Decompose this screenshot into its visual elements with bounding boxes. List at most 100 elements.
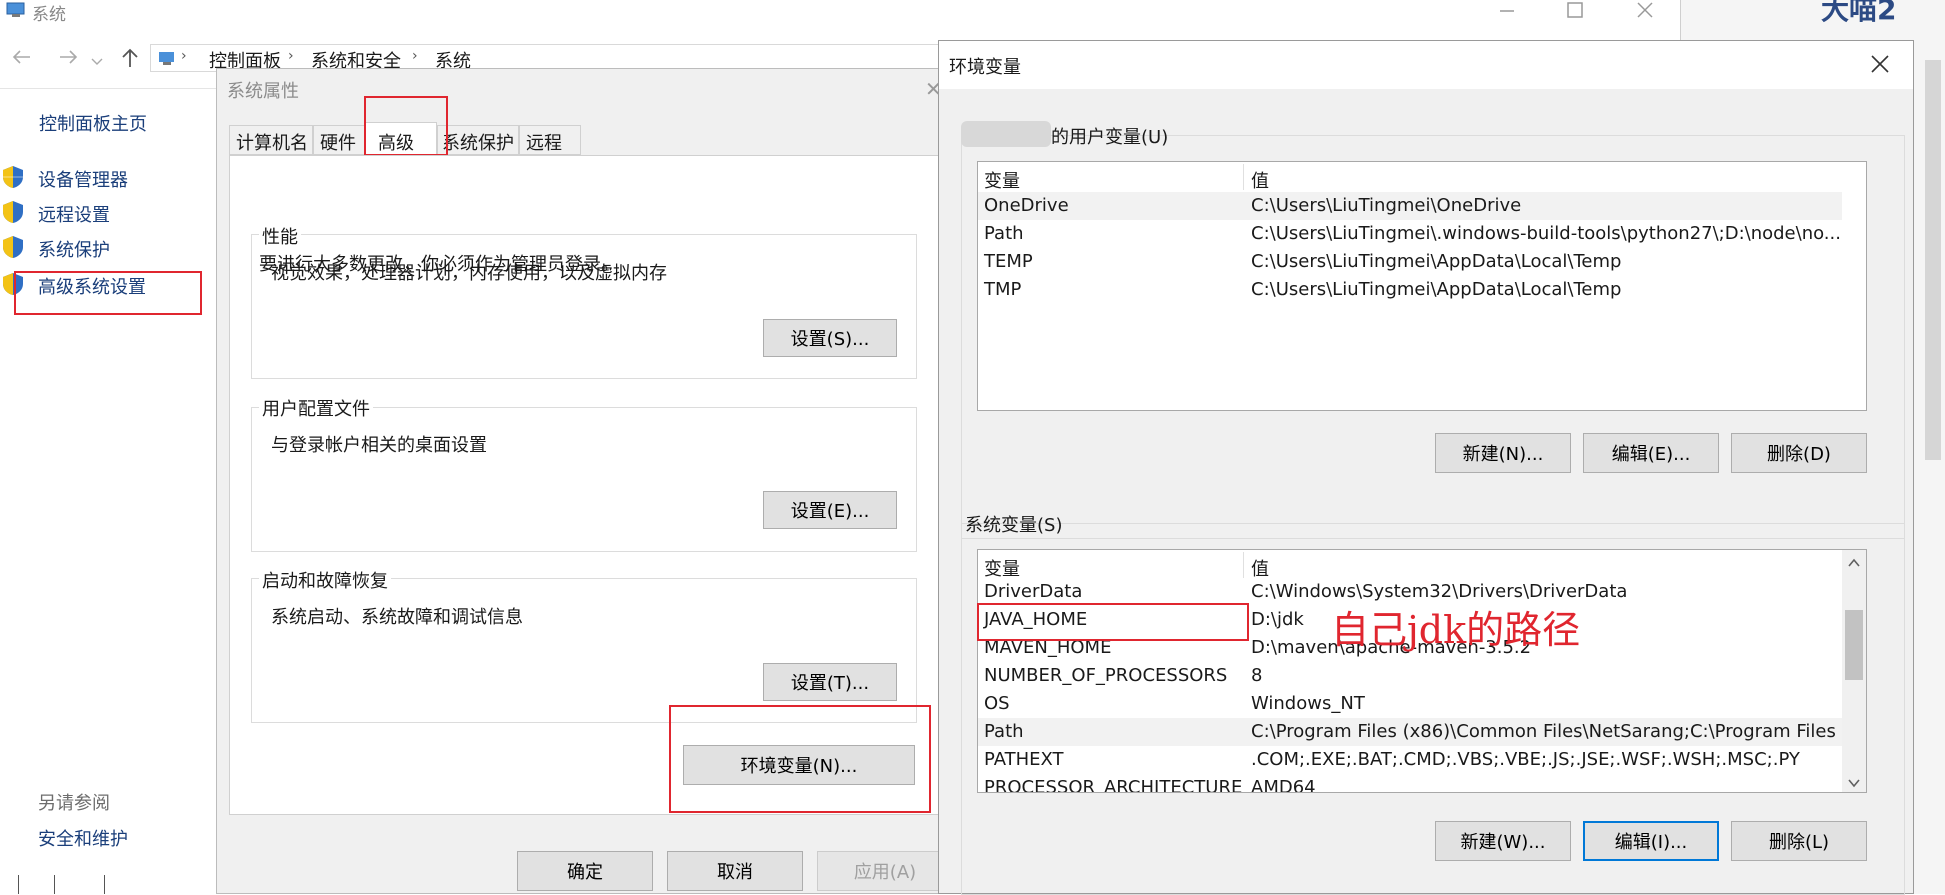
divider bbox=[0, 88, 220, 89]
scrollbar[interactable] bbox=[1925, 60, 1941, 460]
system-delete-button[interactable]: 删除(L) bbox=[1731, 821, 1867, 861]
corner-text: 大喵2 bbox=[1821, 0, 1897, 26]
back-arrow-icon[interactable] bbox=[10, 47, 34, 67]
table-row[interactable]: OS Windows_NT bbox=[978, 690, 1842, 718]
user-profile-description: 与登录帐户相关的桌面设置 bbox=[271, 435, 487, 456]
user-edit-button[interactable]: 编辑(E)... bbox=[1583, 433, 1719, 473]
sidebar-item-remote-settings[interactable]: 远程设置 bbox=[38, 201, 110, 227]
user-delete-button[interactable]: 删除(D) bbox=[1731, 433, 1867, 473]
close-icon[interactable] bbox=[1633, 0, 1657, 20]
table-row[interactable]: Path C:\Users\LiuTingmei\.windows-build-… bbox=[978, 220, 1866, 248]
sidebar-item-system-protection[interactable]: 系统保护 bbox=[38, 236, 110, 262]
apply-button[interactable]: 应用(A) bbox=[817, 851, 953, 891]
breadcrumb-separator-icon: › bbox=[288, 48, 294, 64]
column-divider bbox=[1243, 552, 1244, 578]
variable-value: 8 bbox=[1251, 665, 1263, 686]
env-dialog-title: 环境变量 bbox=[949, 57, 1021, 78]
table-row[interactable]: TEMP C:\Users\LiuTingmei\AppData\Local\T… bbox=[978, 248, 1866, 276]
scrollbar-thumb[interactable] bbox=[1845, 610, 1863, 680]
performance-settings-button[interactable]: 设置(S)... bbox=[763, 319, 897, 357]
system-variables-table[interactable]: 变量 值 DriverData C:\Windows\System32\Driv… bbox=[977, 549, 1867, 793]
variable-name: OneDrive bbox=[984, 195, 1069, 216]
up-arrow-icon[interactable] bbox=[120, 47, 140, 69]
tab-label: 硬件 bbox=[320, 133, 356, 154]
tab-bar: 计算机名 硬件 高级 系统保护 远程 bbox=[229, 122, 959, 156]
variable-name: Path bbox=[984, 223, 1024, 244]
sidebar-item-device-manager[interactable]: 设备管理器 bbox=[38, 166, 128, 192]
table-header: 变量 值 bbox=[978, 164, 1866, 193]
divider bbox=[104, 875, 105, 894]
tab-system-protection[interactable]: 系统保护 bbox=[437, 125, 519, 155]
table-row[interactable]: OneDrive C:\Users\LiuTingmei\OneDrive bbox=[978, 192, 1842, 220]
user-variables-title: 的用户变量(U) bbox=[1051, 127, 1169, 148]
performance-group bbox=[251, 234, 917, 379]
breadcrumb-separator-icon: › bbox=[181, 48, 187, 64]
table-row[interactable]: TMP C:\Users\LiuTingmei\AppData\Local\Te… bbox=[978, 276, 1866, 304]
table-row[interactable]: PROCESSOR_ARCHITECTURE AMD64 bbox=[978, 774, 1842, 793]
minimize-icon[interactable] bbox=[1495, 0, 1519, 20]
variable-value: .COM;.EXE;.BAT;.CMD;.VBS;.VBE;.JS;.JSE;.… bbox=[1251, 749, 1800, 770]
chevron-down-icon[interactable] bbox=[90, 52, 104, 65]
highlight-box bbox=[977, 603, 1249, 641]
startup-recovery-description: 系统启动、系统故障和调试信息 bbox=[271, 607, 523, 628]
variable-name: OS bbox=[984, 693, 1010, 714]
variable-value: AMD64 bbox=[1251, 777, 1316, 793]
vertical-scrollbar[interactable] bbox=[1842, 550, 1866, 792]
user-profile-title: 用户配置文件 bbox=[259, 395, 373, 421]
variable-value: C:\Users\LiuTingmei\AppData\Local\Temp bbox=[1251, 279, 1622, 300]
performance-description: 视觉效果，处理器计划，内存使用，以及虚拟内存 bbox=[271, 263, 667, 284]
variable-value: C:\Users\LiuTingmei\.windows-build-tools… bbox=[1251, 223, 1841, 244]
variable-name: TMP bbox=[984, 279, 1022, 300]
user-variables-table[interactable]: 变量 值 OneDrive C:\Users\LiuTingmei\OneDri… bbox=[977, 161, 1867, 411]
table-row[interactable]: Path C:\Program Files (x86)\Common Files… bbox=[978, 718, 1859, 746]
system-app-icon bbox=[6, 2, 26, 18]
system-edit-button[interactable]: 编辑(I)... bbox=[1583, 821, 1719, 861]
user-profile-settings-button[interactable]: 设置(E)... bbox=[763, 491, 897, 529]
blurred-username bbox=[961, 121, 1051, 147]
column-header-value[interactable]: 值 bbox=[1251, 167, 1269, 193]
scroll-down-icon[interactable] bbox=[1846, 774, 1862, 788]
startup-recovery-group bbox=[251, 578, 917, 723]
tab-computer-name[interactable]: 计算机名 bbox=[229, 125, 313, 155]
forward-arrow-icon[interactable] bbox=[56, 47, 80, 67]
divider bbox=[18, 875, 19, 894]
environment-variables-dialog: 环境变量 的用户变量(U) 变量 值 OneDrive C:\Users\Liu… bbox=[938, 40, 1914, 895]
highlight-box bbox=[14, 271, 202, 315]
variable-value: D:\jdk bbox=[1251, 609, 1304, 630]
startup-recovery-title: 启动和故障恢复 bbox=[259, 567, 391, 593]
user-new-button[interactable]: 新建(N)... bbox=[1435, 433, 1571, 473]
startup-recovery-settings-button[interactable]: 设置(T)... bbox=[763, 663, 897, 701]
see-also-security-maintenance-link[interactable]: 安全和维护 bbox=[38, 825, 128, 851]
table-row[interactable]: PATHEXT .COM;.EXE;.BAT;.CMD;.VBS;.VBE;.J… bbox=[978, 746, 1842, 774]
column-header-variable[interactable]: 变量 bbox=[984, 167, 1020, 193]
variable-name: Path bbox=[984, 721, 1024, 742]
shield-icon bbox=[2, 165, 24, 189]
variable-name: PROCESSOR_ARCHITECTURE bbox=[984, 777, 1243, 793]
sidebar-home-link[interactable]: 控制面板主页 bbox=[39, 110, 147, 136]
system-window-titlebar: 系统 bbox=[0, 0, 1680, 25]
system-properties-dialog: 系统属性 ✕ 计算机名 硬件 高级 系统保护 远程 要进行大多数更改，你必须作为… bbox=[216, 68, 959, 894]
ok-button[interactable]: 确定 bbox=[517, 851, 653, 891]
annotation-text: 自己jdk的路径 bbox=[1331, 608, 1581, 652]
variable-value: Windows_NT bbox=[1251, 693, 1365, 714]
shield-icon bbox=[2, 200, 24, 224]
cancel-button[interactable]: 取消 bbox=[667, 851, 803, 891]
system-window-title: 系统 bbox=[32, 5, 66, 25]
see-also-title: 另请参阅 bbox=[38, 793, 110, 814]
breadcrumb-separator-icon: › bbox=[412, 48, 418, 64]
column-divider bbox=[1243, 164, 1244, 190]
maximize-icon[interactable] bbox=[1563, 0, 1587, 20]
variable-value: C:\Users\LiuTingmei\AppData\Local\Temp bbox=[1251, 251, 1622, 272]
tab-remote[interactable]: 远程 bbox=[519, 125, 581, 155]
system-new-button[interactable]: 新建(W)... bbox=[1435, 821, 1571, 861]
variable-value: C:\Users\LiuTingmei\OneDrive bbox=[1251, 195, 1522, 216]
tab-hardware[interactable]: 硬件 bbox=[313, 125, 365, 155]
scroll-up-icon[interactable] bbox=[1846, 554, 1862, 568]
table-header: 变量 值 bbox=[978, 552, 1842, 580]
variable-name: PATHEXT bbox=[984, 749, 1064, 770]
table-row[interactable]: NUMBER_OF_PROCESSORS 8 bbox=[978, 662, 1842, 690]
env-titlebar: 环境变量 bbox=[939, 41, 1913, 89]
variable-value: C:\Program Files (x86)\Common Files\NetS… bbox=[1251, 721, 1859, 742]
user-profile-group bbox=[251, 407, 917, 552]
close-icon[interactable] bbox=[1867, 51, 1893, 77]
